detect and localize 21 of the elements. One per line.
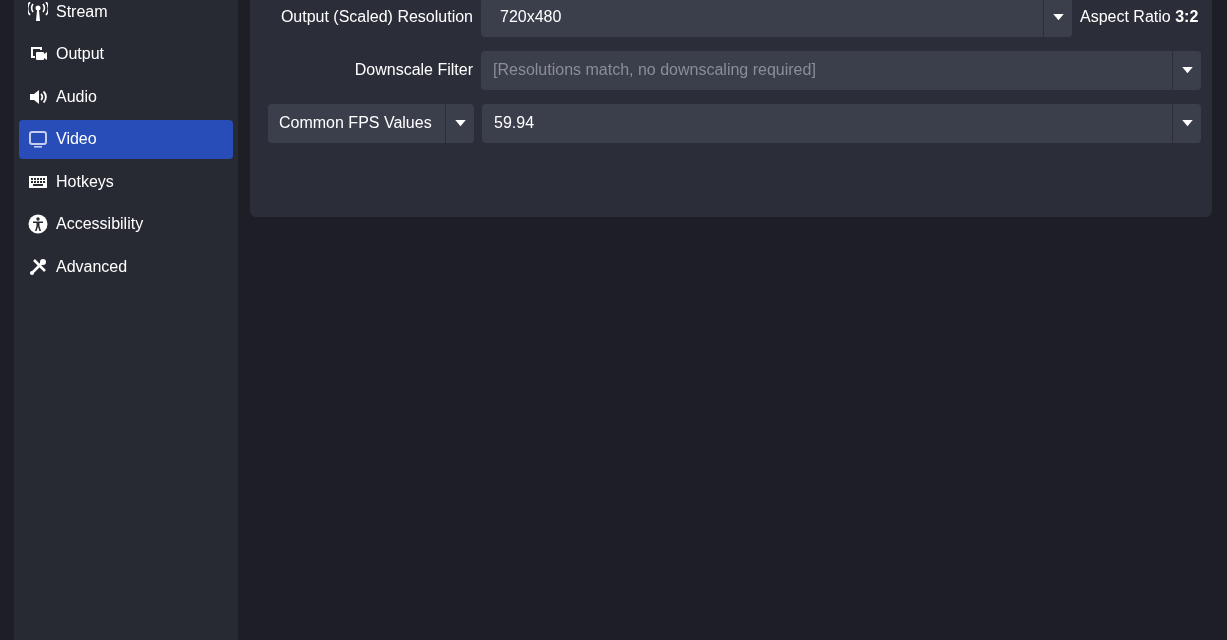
- field-label: Downscale Filter: [353, 61, 473, 79]
- sidebar-item[interactable]: Advanced: [19, 247, 233, 287]
- caret-icon: [454, 119, 466, 127]
- caret-icon: [1181, 66, 1193, 74]
- sidebar-item[interactable]: Hotkeys: [19, 162, 233, 202]
- caret-icon: [1052, 13, 1064, 21]
- field-label: Output (Scaled) Resolution: [279, 8, 473, 26]
- aspect-ratio: Aspect Ratio 3:2: [1080, 8, 1199, 26]
- monitor-icon: [28, 129, 48, 150]
- sidebar-item[interactable]: Video: [19, 119, 233, 159]
- caret-icon: [1181, 119, 1193, 127]
- accessibility-icon: [28, 214, 48, 235]
- tools-icon: [28, 256, 48, 277]
- resolution-dropdown[interactable]: 720x480: [481, 0, 1072, 37]
- fps-dropdown[interactable]: 59.94: [482, 103, 1201, 143]
- antenna-icon: [28, 1, 48, 22]
- sidebar-item[interactable]: Accessibility: [19, 204, 233, 244]
- sidebar-item[interactable]: Stream: [19, 0, 233, 32]
- fps-type-dropdown[interactable]: Common FPS Values: [268, 103, 474, 143]
- sidebar-item[interactable]: Audio: [19, 77, 233, 117]
- sidebar-item[interactable]: Output: [19, 34, 233, 74]
